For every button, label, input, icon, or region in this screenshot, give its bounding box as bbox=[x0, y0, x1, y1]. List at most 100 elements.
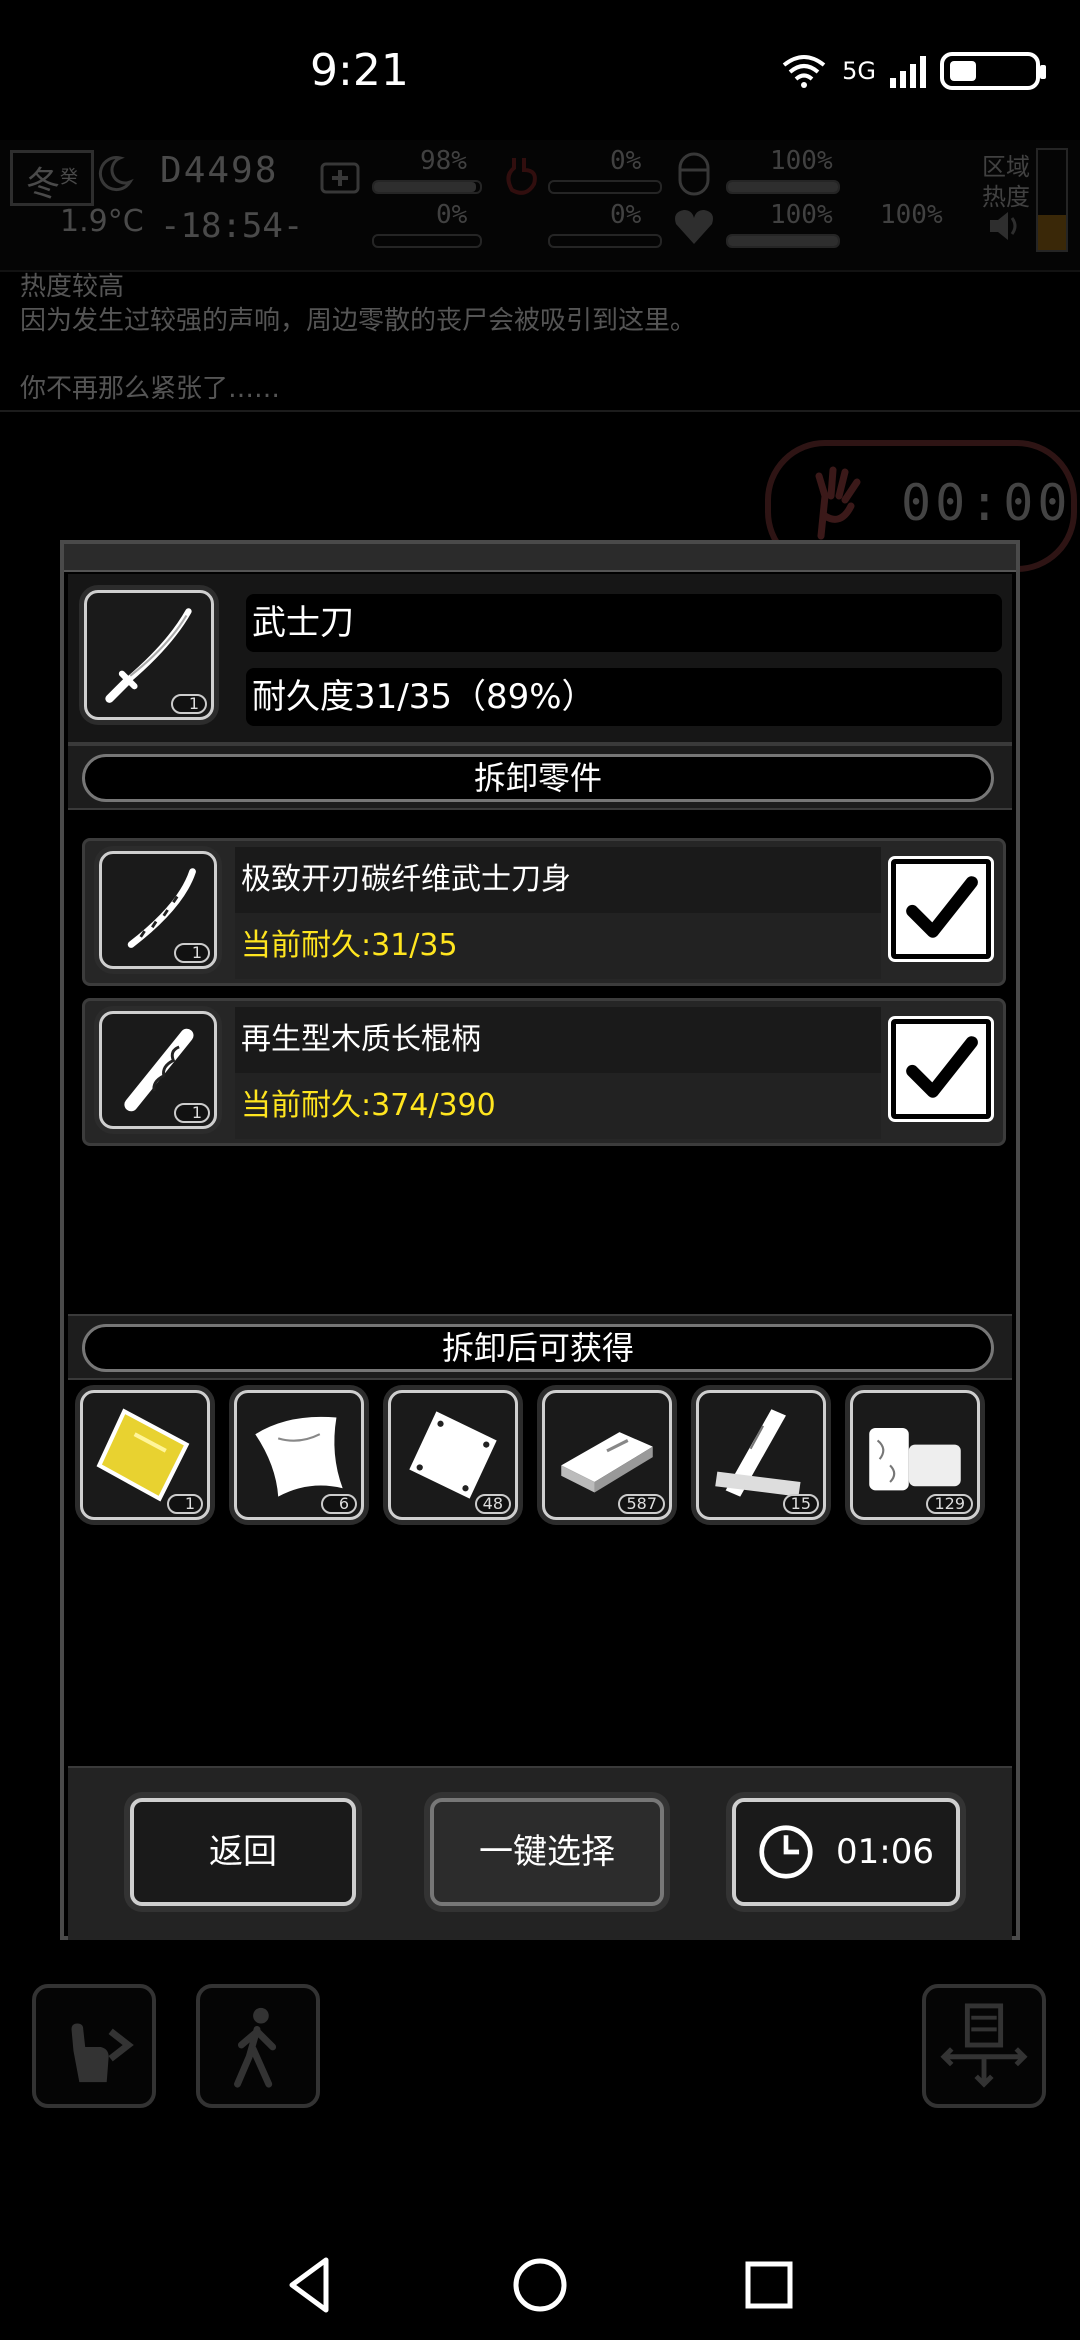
reward-count: 48 bbox=[474, 1494, 511, 1514]
timer-label: 01:06 bbox=[836, 1832, 934, 1872]
rewards-section-header: 拆卸后可获得 bbox=[68, 1314, 1012, 1380]
wood-logs-icon bbox=[869, 1427, 961, 1491]
mood-icon bbox=[678, 152, 710, 196]
part-durability: 当前耐久:374/390 bbox=[235, 1073, 881, 1139]
part-row-handle[interactable]: 1 再生型木质长棍柄 当前耐久:374/390 bbox=[82, 998, 1006, 1146]
health-stat: 98% bbox=[420, 146, 467, 176]
log-line: 因为发生过较强的声响，周边零散的丧尸会被吸引到这里。 bbox=[20, 306, 697, 336]
zombie-timer-value: 00:00 bbox=[901, 474, 1072, 532]
wood-planks-icon bbox=[715, 1409, 801, 1497]
status-icons: 5G bbox=[780, 52, 1046, 90]
moon-icon bbox=[98, 156, 134, 192]
status-bar: 9:21 5G bbox=[0, 0, 1080, 150]
thirst-bar bbox=[548, 234, 662, 248]
parts-section-title: 拆卸零件 bbox=[82, 754, 994, 802]
reward-slot[interactable]: 1 bbox=[80, 1390, 210, 1520]
nav-recents-button[interactable] bbox=[734, 2250, 804, 2320]
region-heat-meter bbox=[1036, 148, 1068, 252]
parts-list: 1 极致开刃碳纤维武士刀身 当前耐久:31/35 1 再生型木质长棍柄 当前耐久… bbox=[68, 828, 1012, 1158]
day-counter: D4498 bbox=[160, 150, 279, 191]
tap-hand-icon bbox=[71, 2023, 134, 2083]
reward-count: 15 bbox=[782, 1494, 819, 1514]
item-slot[interactable]: 1 bbox=[84, 590, 214, 720]
nav-back-button[interactable] bbox=[276, 2250, 346, 2320]
stamina-stat: 100% bbox=[770, 200, 833, 230]
dialog-top-bar bbox=[64, 544, 1016, 572]
walking-person-icon bbox=[234, 2007, 277, 2088]
part-slot: 1 bbox=[99, 1011, 217, 1129]
thirst-stat: 0% bbox=[610, 200, 642, 230]
stamina-bar bbox=[726, 234, 840, 248]
season-indicator: 冬癸 bbox=[10, 150, 94, 206]
interact-button[interactable] bbox=[32, 1984, 156, 2108]
metal-plate-icon bbox=[561, 1432, 653, 1493]
part-checkbox[interactable] bbox=[888, 856, 994, 962]
checkmark-icon bbox=[906, 876, 978, 938]
game-hud: 冬癸 1.9°C D4498 -18:54- 98% 0% 0% 0% 100%… bbox=[0, 140, 1080, 272]
energy-stat: 100% bbox=[880, 200, 943, 230]
cabinet-transfer-icon bbox=[940, 2003, 1028, 2088]
log-line: 你不再那么紧张了…… bbox=[20, 374, 281, 404]
event-log: 热度较高 因为发生过较强的声响，周边零散的丧尸会被吸引到这里。 你不再那么紧张了… bbox=[20, 270, 1060, 406]
part-checkbox[interactable] bbox=[888, 1016, 994, 1122]
part-count: 1 bbox=[174, 1103, 210, 1123]
part-name: 极致开刃碳纤维武士刀身 bbox=[235, 847, 881, 913]
part-name: 再生型木质长棍柄 bbox=[235, 1007, 881, 1073]
part-row-blade[interactable]: 1 极致开刃碳纤维武士刀身 当前耐久:31/35 bbox=[82, 838, 1006, 986]
fabric-patch-icon bbox=[409, 1411, 497, 1499]
sanity-stat: 100% bbox=[770, 146, 833, 176]
part-count: 1 bbox=[174, 943, 210, 963]
reward-slot[interactable]: 48 bbox=[388, 1390, 518, 1520]
disassemble-timer-button[interactable]: 01:06 bbox=[732, 1798, 960, 1906]
blood-bar bbox=[372, 234, 482, 248]
system-nav-bar bbox=[0, 2230, 1080, 2340]
region-heat-label: 区域 热度 bbox=[982, 153, 1030, 211]
sanity-bar bbox=[726, 180, 840, 194]
signal-icon bbox=[890, 54, 926, 88]
walk-button[interactable] bbox=[196, 1984, 320, 2108]
reward-count: 1 bbox=[167, 1494, 203, 1514]
reward-slot[interactable]: 6 bbox=[234, 1390, 364, 1520]
game-clock: -18:54- bbox=[160, 206, 304, 246]
item-count: 1 bbox=[171, 694, 207, 714]
nav-home-button[interactable] bbox=[505, 2250, 575, 2320]
cloth-icon bbox=[255, 1416, 343, 1497]
inventory-transfer-button[interactable] bbox=[922, 1984, 1046, 2108]
select-all-button[interactable]: 一键选择 bbox=[430, 1798, 664, 1906]
rewards-list: 1 6 48 587 15 129 bbox=[68, 1380, 1012, 1740]
temperature: 1.9°C bbox=[60, 204, 144, 239]
medkit-icon bbox=[320, 162, 360, 194]
gold-card-icon bbox=[96, 1408, 190, 1502]
stomach-icon bbox=[506, 158, 537, 195]
reward-slot[interactable]: 129 bbox=[850, 1390, 980, 1520]
network-label: 5G bbox=[842, 57, 876, 85]
disassemble-dialog: 1 武士刀 耐久度31/35（89%） 拆卸零件 1 极致开刃碳纤维武士刀身 当… bbox=[60, 540, 1020, 1940]
item-info-panel: 1 武士刀 耐久度31/35（89%） bbox=[68, 574, 1012, 745]
blood-stat: 0% bbox=[436, 200, 468, 230]
back-button[interactable]: 返回 bbox=[130, 1798, 356, 1906]
part-slot: 1 bbox=[99, 851, 217, 969]
katana-icon bbox=[105, 608, 192, 703]
checkmark-icon bbox=[906, 1036, 978, 1098]
reward-slot[interactable]: 587 bbox=[542, 1390, 672, 1520]
parts-section-header: 拆卸零件 bbox=[68, 744, 1012, 810]
zombie-hand-icon bbox=[815, 466, 861, 540]
speaker-icon bbox=[990, 212, 1017, 240]
home-circle-icon bbox=[513, 2258, 567, 2312]
reward-slot[interactable]: 15 bbox=[696, 1390, 826, 1520]
log-divider bbox=[0, 410, 1080, 412]
item-durability: 耐久度31/35（89%） bbox=[246, 668, 1002, 726]
reward-count: 6 bbox=[321, 1494, 357, 1514]
heart-icon bbox=[675, 210, 713, 244]
log-line: 热度较高 bbox=[20, 272, 125, 302]
reward-count: 129 bbox=[926, 1494, 973, 1514]
dialog-footer: 返回 一键选择 01:06 bbox=[68, 1766, 1012, 1940]
wifi-icon bbox=[782, 55, 826, 88]
recents-square-icon bbox=[745, 2261, 793, 2309]
part-durability: 当前耐久:31/35 bbox=[235, 913, 881, 979]
part-info: 极致开刃碳纤维武士刀身 当前耐久:31/35 bbox=[235, 847, 881, 979]
part-info: 再生型木质长棍柄 当前耐久:374/390 bbox=[235, 1007, 881, 1139]
back-triangle-icon bbox=[289, 2257, 329, 2313]
status-time: 9:21 bbox=[310, 45, 409, 96]
